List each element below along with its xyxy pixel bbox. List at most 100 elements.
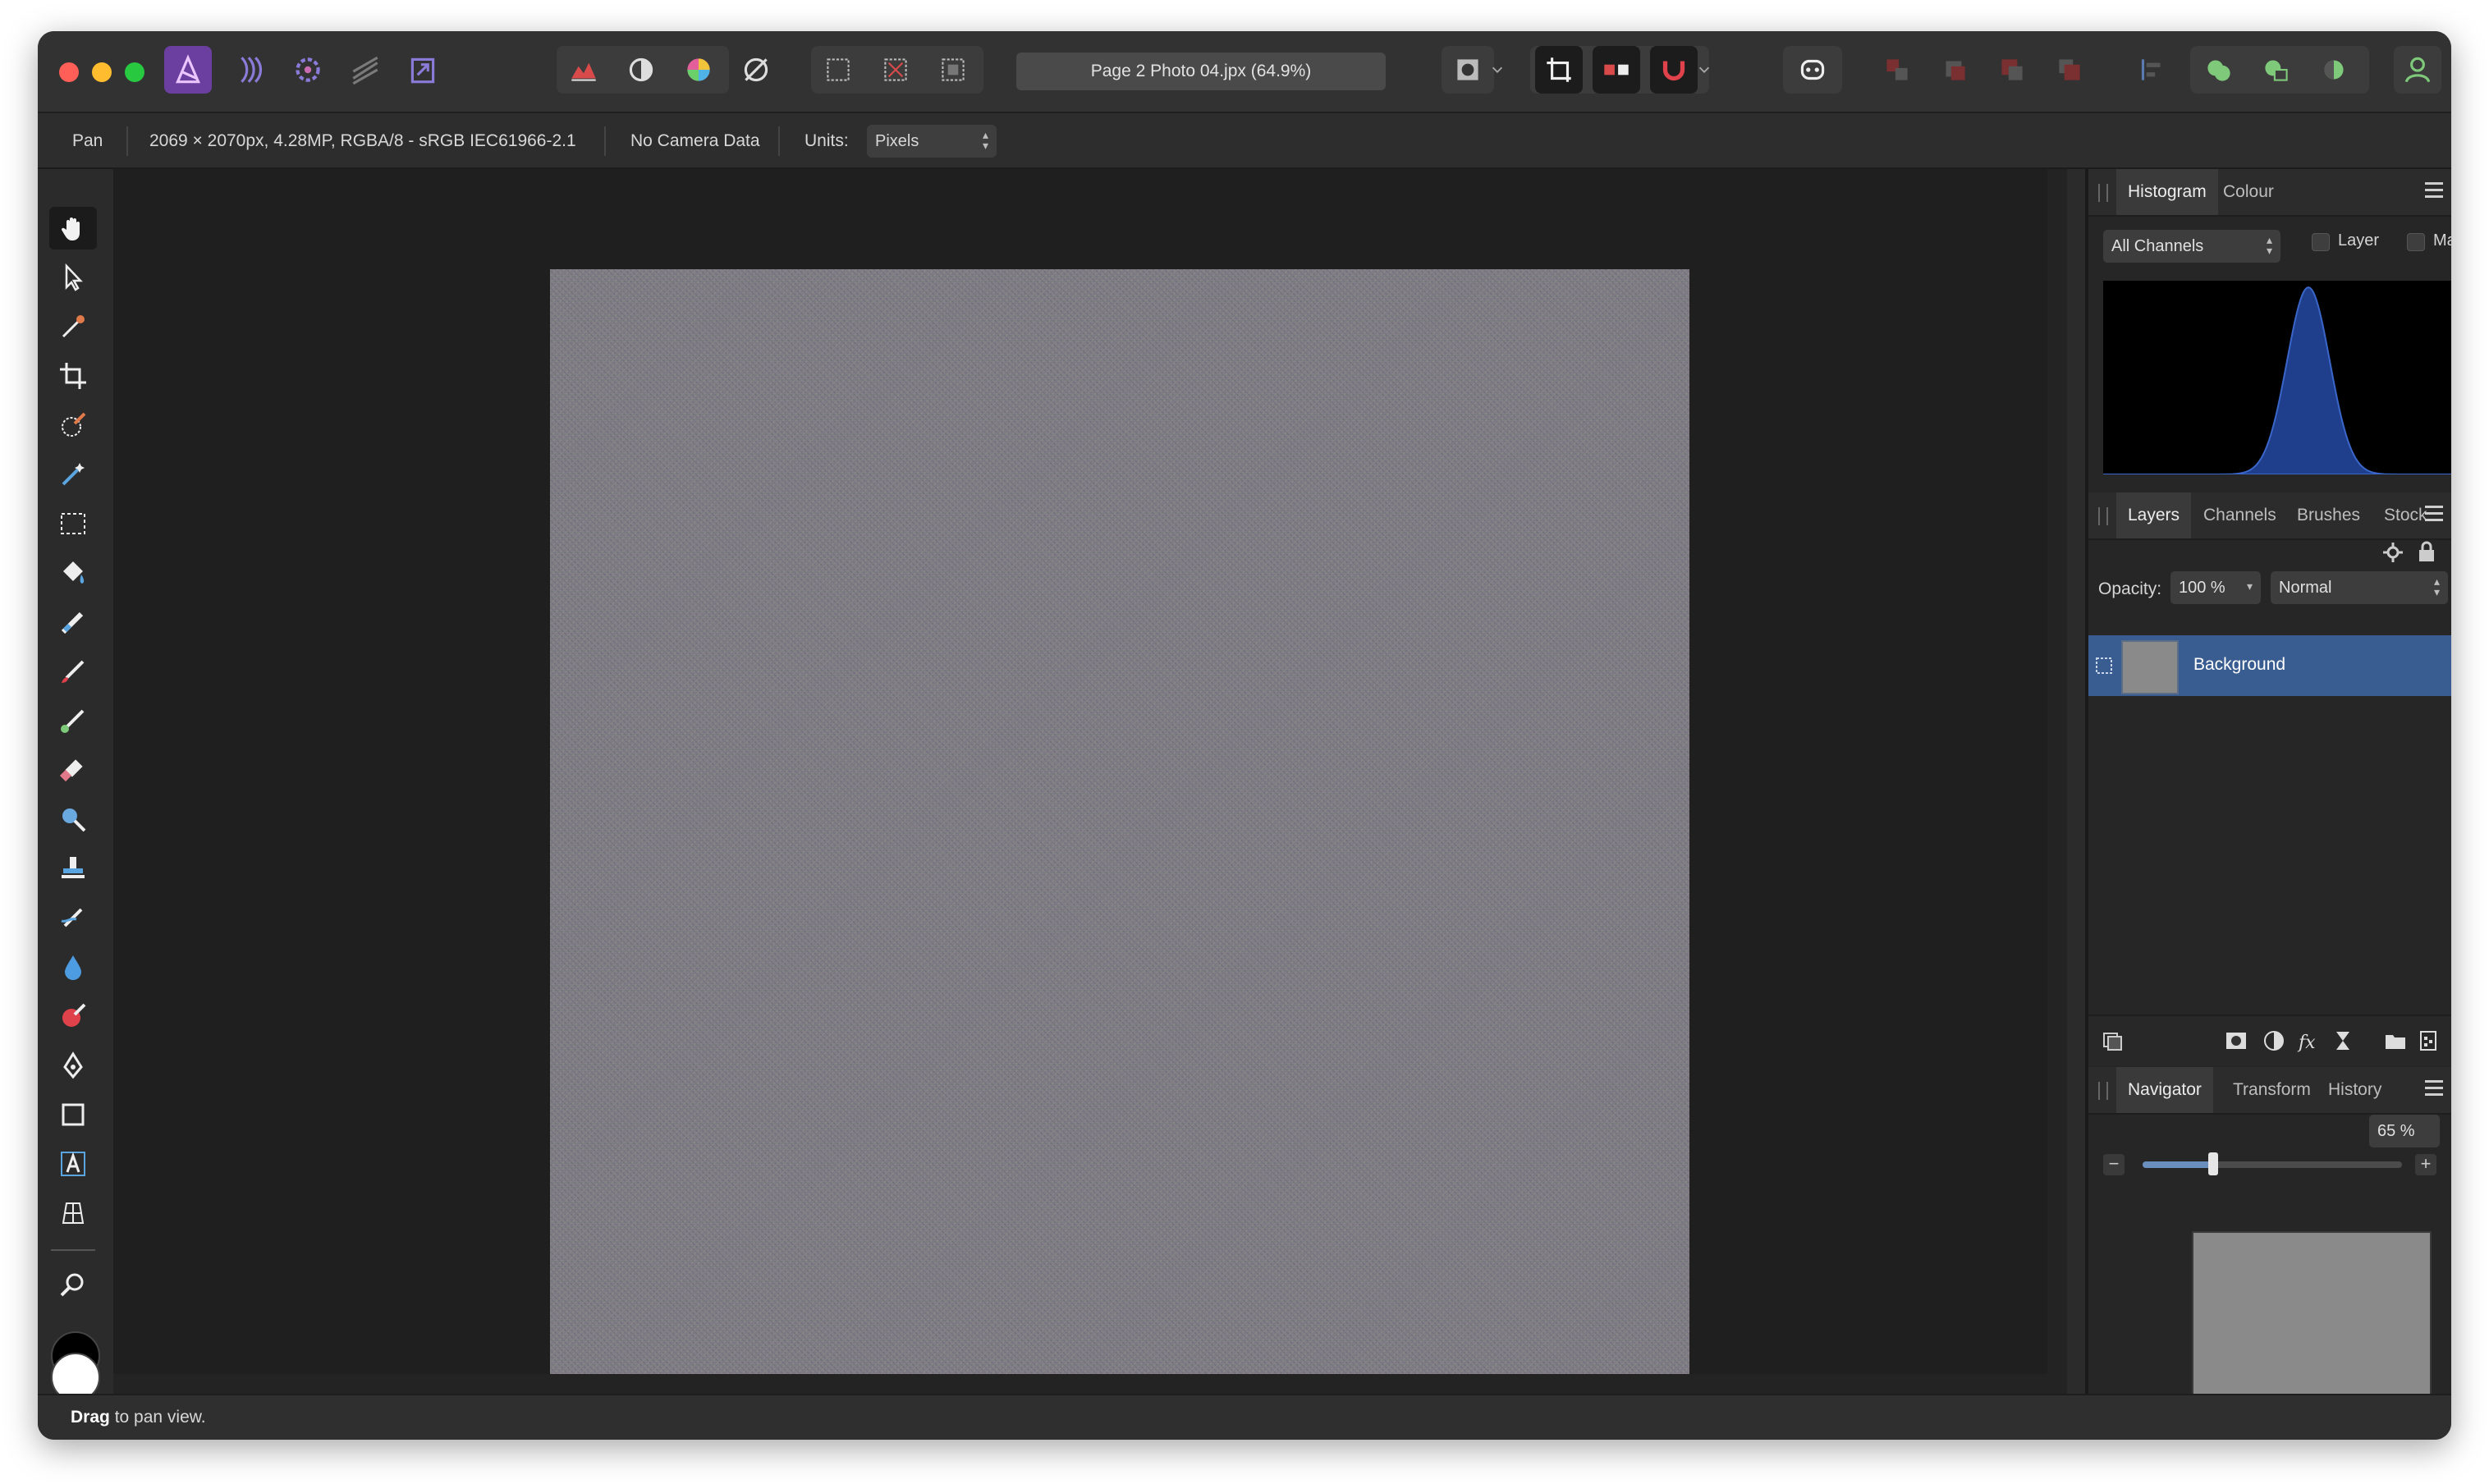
tab-navigator[interactable]: Navigator xyxy=(2116,1067,2213,1113)
tone-mapping-persona-button[interactable] xyxy=(341,46,389,94)
blend-mode-select[interactable]: Normal ▴ ▾ xyxy=(2271,571,2448,604)
add-button[interactable] xyxy=(2195,46,2243,94)
assistant-button[interactable] xyxy=(1535,46,1583,94)
gradient-tool[interactable] xyxy=(49,601,97,644)
zoom-out-button[interactable]: − xyxy=(2103,1154,2125,1175)
quick-mask-dropdown[interactable] xyxy=(1486,46,1509,94)
intersect-button[interactable] xyxy=(2310,46,2358,94)
develop-persona-button[interactable] xyxy=(284,46,332,94)
minimize-window-button[interactable] xyxy=(92,62,112,82)
move-backward-button[interactable] xyxy=(1931,46,1978,94)
account-button[interactable] xyxy=(2394,46,2441,94)
levels-button[interactable] xyxy=(560,46,607,94)
move-to-front-button[interactable] xyxy=(2046,46,2093,94)
delete-layer-button[interactable] xyxy=(2446,1026,2451,1056)
opacity-field[interactable]: 100 % ▾ xyxy=(2170,571,2261,604)
add-adjustment-button[interactable] xyxy=(2259,1026,2289,1056)
tab-brushes[interactable]: Brushes xyxy=(2285,492,2372,538)
vertical-scrollbar[interactable] xyxy=(2047,169,2067,1394)
dodge-tool[interactable] xyxy=(49,798,97,840)
flood-fill-tool[interactable] xyxy=(49,552,97,594)
macro-button[interactable] xyxy=(1789,46,1836,94)
panel-menu-icon[interactable] xyxy=(2425,1080,2443,1098)
photo-persona-button[interactable] xyxy=(164,46,212,94)
panel-menu-icon[interactable] xyxy=(2425,182,2443,200)
snapping-dropdown[interactable] xyxy=(1693,46,1716,94)
boolean-subtract-icon xyxy=(2265,60,2288,81)
add-group-button[interactable] xyxy=(2381,1026,2410,1056)
selection-brush-tool[interactable] xyxy=(49,404,97,447)
rectangle-tool[interactable] xyxy=(49,1093,97,1136)
tab-colour[interactable]: Colour xyxy=(2212,169,2285,215)
panel-grip-icon[interactable] xyxy=(2098,507,2108,525)
auto-contrast-button[interactable] xyxy=(617,46,665,94)
close-window-button[interactable] xyxy=(59,62,79,82)
colour-picker-tool[interactable] xyxy=(49,305,97,348)
mesh-warp-tool[interactable] xyxy=(49,1192,97,1234)
zoom-slider-knob[interactable] xyxy=(2207,1152,2218,1175)
liquify-persona-button[interactable] xyxy=(228,46,276,94)
view-tool[interactable] xyxy=(49,207,97,250)
subtract-button[interactable] xyxy=(2253,46,2300,94)
flip-button[interactable] xyxy=(1593,46,1640,94)
units-select[interactable]: Pixels ▴ ▾ xyxy=(867,125,997,158)
flood-select-tool[interactable] xyxy=(49,453,97,496)
zoom-in-button[interactable]: + xyxy=(2415,1154,2436,1175)
paint-brush-tool[interactable] xyxy=(49,650,97,693)
add-pixel-layer-button[interactable] xyxy=(2413,1026,2443,1056)
zoom-tool[interactable] xyxy=(49,1264,97,1307)
add-live-filter-button[interactable] xyxy=(2328,1026,2358,1056)
tab-layers[interactable]: Layers xyxy=(2116,492,2192,538)
text-tool[interactable] xyxy=(49,1143,97,1185)
deselect-button[interactable] xyxy=(872,46,919,94)
marquee-tool[interactable] xyxy=(49,502,97,545)
select-all-button[interactable] xyxy=(814,46,862,94)
inpainting-brush-tool[interactable] xyxy=(49,896,97,939)
layer-options-button[interactable] xyxy=(2098,1026,2128,1056)
move-forward-button[interactable] xyxy=(1988,46,2036,94)
lock-icon[interactable] xyxy=(2450,653,2451,678)
add-fx-button[interactable]: fx xyxy=(2294,1026,2323,1056)
zoom-field[interactable]: 65 % xyxy=(2369,1115,2440,1147)
layer-checkbox-label: Layer xyxy=(2338,231,2380,250)
gradient-icon xyxy=(61,611,84,634)
invert-selection-button[interactable] xyxy=(929,46,977,94)
panel-grip-icon[interactable] xyxy=(2098,1082,2108,1100)
add-mask-button[interactable] xyxy=(2221,1026,2251,1056)
image-info: 2069 × 2070px, 4.28MP, RGBA/8 - sRGB IEC… xyxy=(149,131,576,150)
zoom-window-button[interactable] xyxy=(125,62,144,82)
camera-data[interactable]: No Camera Data xyxy=(630,131,760,151)
layer-type-icon xyxy=(2096,657,2112,674)
red-eye-tool[interactable] xyxy=(49,995,97,1037)
quick-mask-button[interactable] xyxy=(1444,46,1492,94)
panel-menu-icon[interactable] xyxy=(2425,506,2443,524)
clone-brush-tool[interactable] xyxy=(49,847,97,890)
white-balance-button[interactable] xyxy=(732,46,780,94)
move-to-back-button[interactable] xyxy=(1873,46,1921,94)
tab-history[interactable]: History xyxy=(2317,1067,2393,1113)
snapping-button[interactable] xyxy=(1650,46,1698,94)
layer-checkbox[interactable] xyxy=(2312,233,2330,251)
horizontal-scrollbar[interactable] xyxy=(113,1374,2067,1394)
pen-tool[interactable] xyxy=(49,1044,97,1087)
move-tool[interactable] xyxy=(49,256,97,299)
tab-transform[interactable]: Transform xyxy=(2221,1067,2322,1113)
healing-brush-tool[interactable] xyxy=(49,699,97,742)
marquee-checkbox[interactable] xyxy=(2407,233,2425,251)
gear-icon[interactable] xyxy=(2381,540,2405,565)
align-button[interactable] xyxy=(2128,46,2175,94)
auto-colours-button[interactable] xyxy=(675,46,722,94)
document-image[interactable] xyxy=(550,269,1689,1408)
erase-brush-tool[interactable] xyxy=(49,749,97,791)
canvas-area[interactable] xyxy=(113,169,2067,1408)
panel-grip-icon[interactable] xyxy=(2098,184,2108,202)
crop-tool[interactable] xyxy=(49,355,97,397)
blur-brush-tool[interactable] xyxy=(49,946,97,988)
layer-row[interactable]: Background xyxy=(2088,635,2451,696)
lock-layer-icon[interactable] xyxy=(2415,538,2438,565)
export-persona-button[interactable] xyxy=(399,46,447,94)
tab-channels[interactable]: Channels xyxy=(2192,492,2288,538)
tab-histogram[interactable]: Histogram xyxy=(2116,169,2218,215)
document-title[interactable]: Page 2 Photo 04.jpx (64.9%) xyxy=(1016,53,1386,90)
channel-select[interactable]: All Channels ▴ ▾ xyxy=(2103,230,2280,263)
